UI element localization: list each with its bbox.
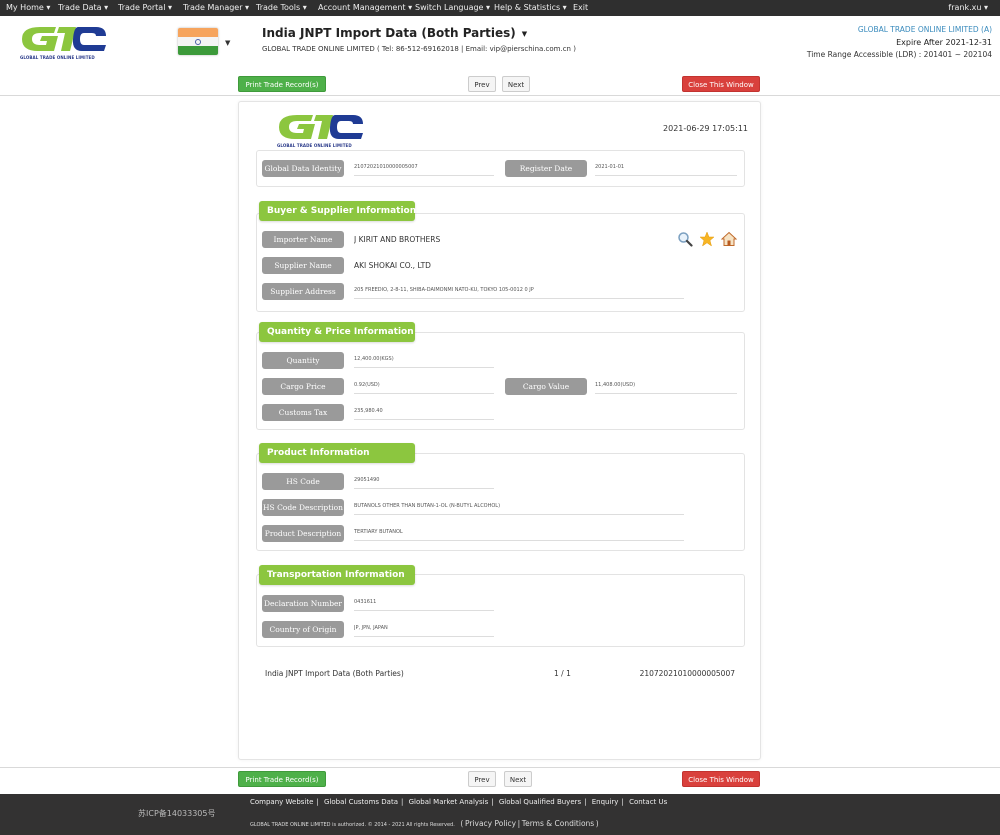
nav-my-home[interactable]: My Home ▾ (6, 3, 50, 12)
company-name: GLOBAL TRADE ONLINE LIMITED (A) (857, 25, 992, 34)
footer-link-contact-us[interactable]: Contact Us (629, 798, 667, 806)
declaration-number-label: Declaration Number (262, 595, 344, 612)
record-timestamp: 2021-06-29 17:05:11 (663, 124, 748, 133)
nav-trade-tools[interactable]: Trade Tools ▾ (256, 3, 307, 12)
footer-link-global-market-analysis[interactable]: Global Market Analysis (409, 798, 489, 806)
india-flag-icon[interactable] (178, 28, 218, 55)
footer-links: Company Website | Global Customs Data | Gl… (250, 798, 668, 806)
toolbar-top: Print Trade Record(s) Prev Next Close Th… (0, 74, 1000, 100)
quantity-price-panel: Quantity 12,400.00(KGS) Cargo Price 0.92… (256, 332, 745, 430)
global-data-identity-label: Global Data Identity (262, 160, 344, 177)
page-title[interactable]: India JNPT Import Data (Both Parties) ▼ (262, 26, 527, 40)
footer-link-company-website[interactable]: Company Website (250, 798, 313, 806)
supplier-name-value[interactable]: AKI SHOKAI CO., LTD (354, 257, 554, 274)
importer-name-label: Importer Name (262, 231, 344, 248)
quantity-price-heading: Quantity & Price Information (259, 322, 415, 342)
register-date-label: Register Date (505, 160, 587, 177)
copyright-text: GLOBAL TRADE ONLINE LIMITED is authorize… (250, 822, 455, 828)
expire-date: Expire After 2021-12-31 (896, 37, 992, 47)
icp-license[interactable]: 苏ICP备14033305号 (138, 808, 216, 819)
country-of-origin-value: JP, JPN, JAPAN (354, 620, 494, 637)
close-window-button[interactable]: Close This Window (682, 76, 760, 92)
hs-code-description-label: HS Code Description (262, 499, 344, 516)
footer: 苏ICP备14033305号 Company Website | Global C… (0, 794, 1000, 835)
summary-dataset: India JNPT Import Data (Both Parties) (265, 669, 404, 678)
cargo-value-label: Cargo Value (505, 378, 587, 395)
nav-switch-language[interactable]: Switch Language ▾ (415, 3, 490, 12)
importer-name-value[interactable]: J KIRIT AND BROTHERS (354, 231, 554, 248)
user-menu[interactable]: frank.xu ▾ (948, 3, 988, 12)
supplier-address-value: 205 FREEDIO, 2-8-11, SHIBA-DAIMONMI NATO… (354, 282, 684, 299)
prev-button[interactable]: Prev (468, 76, 496, 92)
record-logo-tagline: GLOBAL TRADE ONLINE LIMITED (277, 143, 352, 148)
quantity-label: Quantity (262, 352, 344, 369)
nav-trade-manager[interactable]: Trade Manager ▾ (183, 3, 249, 12)
nav-exit[interactable]: Exit (573, 3, 588, 12)
next-button[interactable]: Next (502, 76, 530, 92)
header: GLOBAL TRADE ONLINE LIMITED ▼ India JNPT… (0, 16, 1000, 66)
customs-tax-value: 235,980.40 (354, 403, 494, 420)
summary-record-id: 21072021010000005007 (639, 669, 735, 678)
product-description-value: TERTIARY BUTANOL (354, 524, 684, 541)
supplier-address-label: Supplier Address (262, 283, 344, 300)
home-icon[interactable] (720, 231, 738, 247)
cargo-value-value: 11,408.00(USD) (595, 377, 737, 394)
print-button-bottom[interactable]: Print Trade Record(s) (238, 771, 326, 787)
hs-code-description-value: BUTANOLS OTHER THAN BUTAN-1-OL (N-BUTYL … (354, 498, 684, 515)
buyer-supplier-panel: Importer Name J KIRIT AND BROTHERS Suppl… (256, 213, 745, 312)
country-dropdown-caret-icon[interactable]: ▼ (225, 39, 230, 47)
global-data-identity-value: 21072021010000005007 (354, 159, 494, 176)
copyright: GLOBAL TRADE ONLINE LIMITED is authorize… (250, 819, 599, 828)
contact-info: GLOBAL TRADE ONLINE LIMITED ( Tel: 86-51… (262, 45, 576, 53)
footer-link-global-qualified-buyers[interactable]: Global Qualified Buyers (499, 798, 581, 806)
divider-bottom (0, 767, 1000, 768)
country-of-origin-label: Country of Origin (262, 621, 344, 638)
trade-record-card: GLOBAL TRADE ONLINE LIMITED 2021-06-29 1… (238, 101, 761, 760)
footer-link-global-customs-data[interactable]: Global Customs Data (324, 798, 398, 806)
search-icon[interactable] (677, 231, 693, 247)
declaration-number-value: 0431611 (354, 594, 494, 611)
title-caret-icon: ▼ (521, 29, 528, 38)
importer-actions (677, 231, 738, 247)
toolbar-bottom: Print Trade Record(s) Prev Next Close Th… (0, 762, 1000, 794)
buyer-supplier-heading: Buyer & Supplier Information (259, 201, 416, 221)
customs-tax-label: Customs Tax (262, 404, 344, 421)
hs-code-label: HS Code (262, 473, 344, 490)
account-info: GLOBAL TRADE ONLINE LIMITED (A) Expire A… (807, 24, 992, 62)
identity-panel: Global Data Identity 2107202101000000500… (256, 150, 745, 187)
record-logo-mark (279, 115, 363, 139)
nav-trade-portal[interactable]: Trade Portal ▾ (118, 3, 172, 12)
supplier-name-label: Supplier Name (262, 257, 344, 274)
close-window-button-bottom[interactable]: Close This Window (682, 771, 760, 787)
footer-link-enquiry[interactable]: Enquiry (592, 798, 619, 806)
next-button-bottom[interactable]: Next (504, 771, 532, 787)
gto-logo[interactable]: GLOBAL TRADE ONLINE LIMITED (18, 24, 108, 64)
hs-code-value: 29051490 (354, 472, 494, 489)
record-logo: GLOBAL TRADE ONLINE LIMITED (275, 112, 365, 152)
gto-logo-mark (22, 27, 106, 51)
nav-help-statistics[interactable]: Help & Statistics ▾ (494, 3, 567, 12)
nav-trade-data[interactable]: Trade Data ▾ (58, 3, 108, 12)
logo-tagline: GLOBAL TRADE ONLINE LIMITED (20, 55, 95, 60)
divider (0, 95, 1000, 96)
register-date-value: 2021-01-01 (595, 159, 737, 176)
nav-account-management[interactable]: Account Management ▾ (318, 3, 412, 12)
product-panel: HS Code 29051490 HS Code Description BUT… (256, 453, 745, 551)
transportation-heading: Transportation Information (259, 565, 415, 585)
privacy-policy-link[interactable]: Privacy Policy (465, 819, 516, 828)
star-icon[interactable] (699, 231, 715, 247)
summary-page: 1 / 1 (554, 669, 571, 678)
print-button[interactable]: Print Trade Record(s) (238, 76, 326, 92)
product-heading: Product Information (259, 443, 415, 463)
quantity-value: 12,400.00(KGS) (354, 351, 494, 368)
cargo-price-label: Cargo Price (262, 378, 344, 395)
top-nav: My Home ▾ Trade Data ▾ Trade Portal ▾ Tr… (0, 0, 1000, 16)
cargo-price-value: 0.92(USD) (354, 377, 494, 394)
time-range: Time Range Accessible (LDR) : 201401 ~ 2… (806, 50, 992, 59)
prev-button-bottom[interactable]: Prev (468, 771, 496, 787)
product-description-label: Product Description (262, 525, 344, 542)
terms-conditions-link[interactable]: Terms & Conditions (522, 819, 594, 828)
